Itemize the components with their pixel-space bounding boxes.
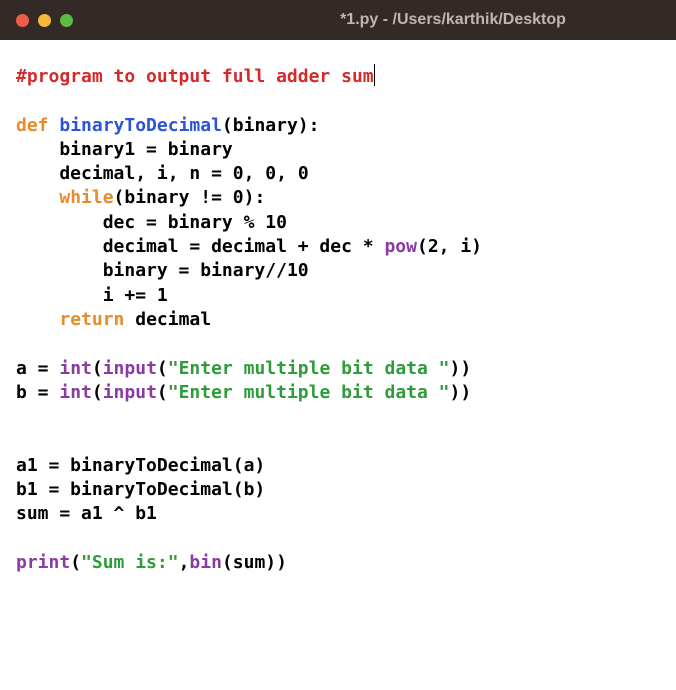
param: binary bbox=[233, 115, 298, 136]
string-literal: "Sum is:" bbox=[81, 552, 179, 573]
lp: ( bbox=[417, 236, 428, 257]
code-line: binary1 = binary bbox=[16, 139, 233, 160]
window-titlebar: *1.py - /Users/karthik/Desktop bbox=[0, 0, 676, 40]
assign-b1: b1 = binaryToDecimal(b) bbox=[16, 479, 265, 500]
builtin-print: print bbox=[16, 552, 70, 573]
lp: ( bbox=[157, 358, 168, 379]
minimize-icon[interactable] bbox=[38, 14, 51, 27]
code-line: decimal = decimal + dec * bbox=[16, 236, 384, 257]
num: 10 bbox=[265, 212, 287, 233]
func-name: binaryToDecimal bbox=[59, 115, 222, 136]
num: 0 bbox=[233, 163, 244, 184]
keyword-def: def bbox=[16, 115, 49, 136]
num: 10 bbox=[287, 260, 309, 281]
num: 0 bbox=[265, 163, 276, 184]
comma: , bbox=[179, 552, 190, 573]
code-line: decimal, i, n = bbox=[16, 163, 233, 184]
rp: ) bbox=[265, 552, 276, 573]
rp: ) bbox=[276, 552, 287, 573]
rp: ) bbox=[450, 382, 461, 403]
assign-sum: sum = a1 ^ b1 bbox=[16, 503, 157, 524]
builtin-input: input bbox=[103, 358, 157, 379]
builtin-bin: bin bbox=[189, 552, 222, 573]
lp: ( bbox=[92, 358, 103, 379]
num: 0 bbox=[298, 163, 309, 184]
string-literal: "Enter multiple bit data " bbox=[168, 382, 450, 403]
sum-ref: sum bbox=[233, 552, 266, 573]
code-comment: #program to output full adder sum bbox=[16, 66, 374, 87]
num: 1 bbox=[157, 285, 168, 306]
lp: ( bbox=[92, 382, 103, 403]
comma: , bbox=[276, 163, 298, 184]
return-expr: decimal bbox=[124, 309, 211, 330]
rp: ) bbox=[460, 382, 471, 403]
lp: ( bbox=[157, 382, 168, 403]
builtin-input: input bbox=[103, 382, 157, 403]
keyword-return: return bbox=[59, 309, 124, 330]
assign-b: b = bbox=[16, 382, 59, 403]
comma: , bbox=[244, 163, 266, 184]
while-cond-end: ): bbox=[244, 187, 266, 208]
pow-tail: , i) bbox=[439, 236, 482, 257]
rp: ) bbox=[450, 358, 461, 379]
num: 2 bbox=[428, 236, 439, 257]
builtin-pow: pow bbox=[384, 236, 417, 257]
lp: ( bbox=[222, 552, 233, 573]
rp: ) bbox=[460, 358, 471, 379]
lp: ( bbox=[70, 552, 81, 573]
maximize-icon[interactable] bbox=[60, 14, 73, 27]
string-literal: "Enter multiple bit data " bbox=[168, 358, 450, 379]
assign-a: a = bbox=[16, 358, 59, 379]
keyword-while: while bbox=[59, 187, 113, 208]
traffic-lights bbox=[16, 14, 73, 27]
num: 0 bbox=[233, 187, 244, 208]
code-editor[interactable]: #program to output full adder sum def bi… bbox=[0, 40, 676, 591]
window-title: *1.py - /Users/karthik/Desktop bbox=[0, 11, 676, 29]
builtin-int: int bbox=[59, 358, 92, 379]
while-cond: (binary != bbox=[114, 187, 233, 208]
builtin-int: int bbox=[59, 382, 92, 403]
code-line: dec = binary % bbox=[16, 212, 265, 233]
text-cursor bbox=[374, 64, 376, 86]
close-icon[interactable] bbox=[16, 14, 29, 27]
code-line: i += bbox=[16, 285, 157, 306]
assign-a1: a1 = binaryToDecimal(a) bbox=[16, 455, 265, 476]
code-line: binary = binary// bbox=[16, 260, 287, 281]
